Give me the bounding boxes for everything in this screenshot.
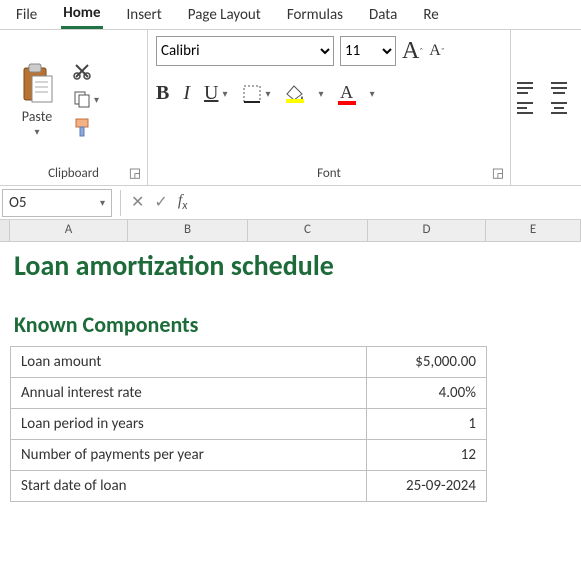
copy-button[interactable]: ▾ [72,89,99,109]
fx-icon[interactable]: fx [178,192,188,213]
group-font: Calibri 11 Aˆ Aˇ B I U▾ ▾ [148,30,511,185]
tab-page-layout[interactable]: Page Layout [186,0,263,29]
cut-button[interactable] [72,61,99,81]
font-size-select[interactable]: 11 [340,36,396,66]
tab-formulas[interactable]: Formulas [285,0,345,29]
cell-label[interactable]: Loan amount [11,347,367,378]
name-box-value: O5 [9,194,27,212]
increase-font-icon[interactable]: Aˆ [402,38,423,65]
tab-file[interactable]: File [14,0,39,29]
formula-input[interactable] [193,189,581,217]
col-header-A[interactable]: A [10,220,128,241]
font-name-select[interactable]: Calibri [156,36,334,66]
group-label-clipboard: Clipboard [48,166,99,181]
cell-value[interactable]: 12 [367,440,487,471]
cell-value[interactable]: 4.00% [367,378,487,409]
table-row[interactable]: Start date of loan25-09-2024 [11,471,487,502]
group-alignment [511,30,581,185]
table-row[interactable]: Annual interest rate4.00% [11,378,487,409]
tab-home[interactable]: Home [61,0,102,29]
select-all-corner[interactable] [0,220,10,241]
tab-insert[interactable]: Insert [125,0,164,29]
col-header-E[interactable]: E [486,220,581,241]
borders-button[interactable]: ▾ [242,84,271,104]
col-header-B[interactable]: B [128,220,248,241]
fill-color-button[interactable] [285,85,305,103]
format-painter-button[interactable] [72,117,99,139]
formula-bar: O5 ▾ ✕ ✓ fx [0,186,581,220]
decrease-font-icon[interactable]: Aˇ [429,42,445,60]
group-label-font: Font [317,166,341,181]
name-box[interactable]: O5 ▾ [2,189,112,217]
known-components-table: Loan amount$5,000.00 Annual interest rat… [10,346,487,502]
underline-button[interactable]: U▾ [204,82,227,105]
cell-value[interactable]: $5,000.00 [367,347,487,378]
align-top-icon[interactable] [515,81,543,95]
cell-label[interactable]: Number of payments per year [11,440,367,471]
align-center-icon[interactable] [549,101,577,115]
paste-label[interactable]: Paste [22,108,52,125]
col-header-D[interactable]: D [368,220,486,241]
bold-button[interactable]: B [156,82,169,105]
name-box-dropdown-icon[interactable]: ▾ [100,196,105,209]
paste-dropdown-icon[interactable]: ▾ [34,125,39,138]
tab-review[interactable]: Re [421,0,440,29]
align-middle-icon[interactable] [549,81,577,95]
table-row[interactable]: Number of payments per year12 [11,440,487,471]
column-headers: A B C D E [0,220,581,242]
group-clipboard: Paste ▾ ▾ Clipboard ◲ [0,30,148,185]
paste-icon[interactable] [18,62,56,106]
align-left-icon[interactable] [515,101,543,115]
enter-formula-icon[interactable]: ✓ [154,192,167,213]
cell-label[interactable]: Loan period in years [11,409,367,440]
cell-value[interactable]: 1 [367,409,487,440]
font-color-button[interactable]: A [338,82,356,105]
sheet-title: Loan amortization schedule [10,244,581,297]
italic-button[interactable]: I [183,82,190,105]
table-row[interactable]: Loan period in years1 [11,409,487,440]
table-row[interactable]: Loan amount$5,000.00 [11,347,487,378]
cancel-formula-icon[interactable]: ✕ [131,192,144,213]
font-launcher-icon[interactable]: ◲ [492,166,504,181]
clipboard-launcher-icon[interactable]: ◲ [129,166,141,181]
tab-data[interactable]: Data [367,0,399,29]
ribbon: Paste ▾ ▾ Clipboard ◲ [0,30,581,186]
cell-label[interactable]: Annual interest rate [11,378,367,409]
ribbon-tabs: File Home Insert Page Layout Formulas Da… [0,0,581,30]
sheet-subtitle: Known Components [10,297,581,346]
cell-value[interactable]: 25-09-2024 [367,471,487,502]
cell-label[interactable]: Start date of loan [11,471,367,502]
col-header-C[interactable]: C [248,220,368,241]
worksheet[interactable]: Loan amortization schedule Known Compone… [0,242,581,502]
